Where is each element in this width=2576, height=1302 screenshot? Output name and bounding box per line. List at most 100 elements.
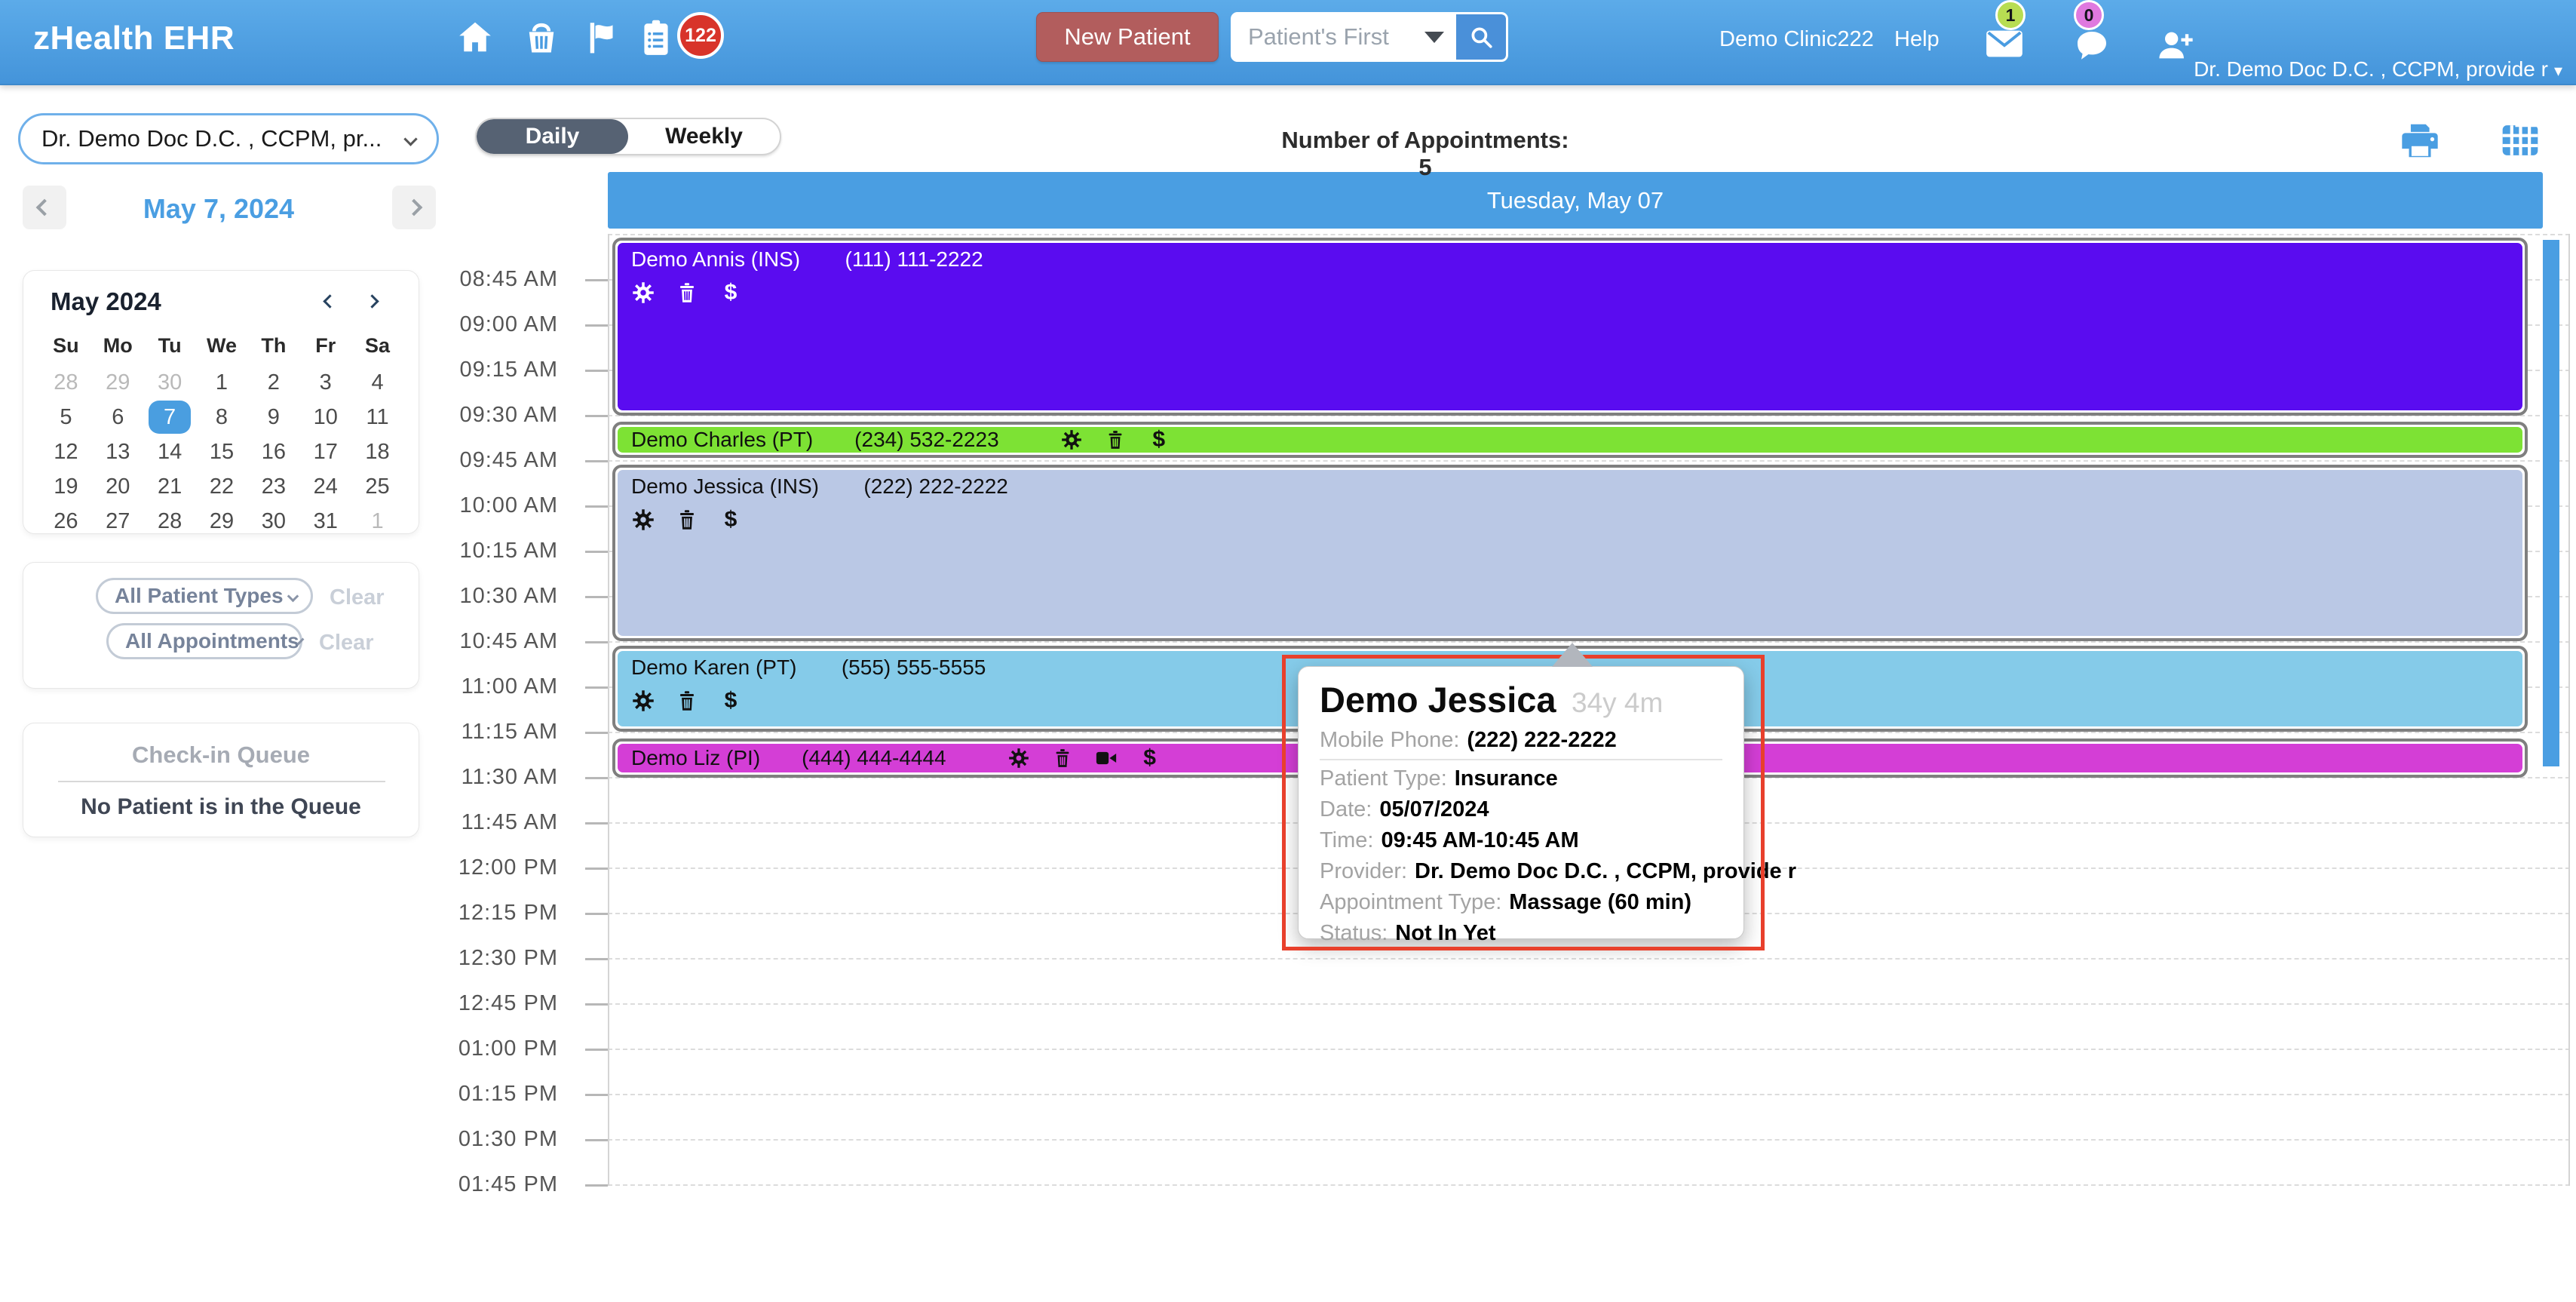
tooltip-row-value: Massage (60 min) — [1509, 890, 1692, 914]
chat-icon[interactable] — [2071, 24, 2113, 66]
calendar-day[interactable]: 28 — [144, 505, 196, 538]
dollar-icon[interactable]: $ — [719, 507, 743, 532]
new-patient-button[interactable]: New Patient — [1036, 12, 1219, 62]
dollar-icon[interactable]: $ — [719, 688, 743, 713]
grid-icon — [2502, 124, 2538, 155]
user-account-menu[interactable]: Dr. Demo Doc D.C. , CCPM, provide r ▾ — [2194, 57, 2562, 81]
clear-patient-types[interactable]: Clear — [330, 585, 385, 610]
search-field-caret[interactable] — [1412, 14, 1456, 60]
calendar-day[interactable]: 11 — [351, 401, 403, 434]
clipboard-icon[interactable] — [635, 17, 677, 59]
tab-daily[interactable]: Daily — [477, 119, 628, 154]
calendar-day[interactable]: 18 — [351, 435, 403, 468]
appointment-demo-charles[interactable]: Demo Charles (PT) (234) 532-2223 $ — [612, 422, 2528, 458]
calendar-day[interactable]: 29 — [196, 505, 248, 538]
search-button[interactable] — [1456, 14, 1506, 60]
grid-view-button[interactable] — [2499, 119, 2543, 163]
calendar-day[interactable]: 8 — [196, 401, 248, 434]
calendar-day[interactable]: 13 — [92, 435, 144, 468]
appointments-filter[interactable]: All Appointments — [106, 623, 305, 659]
print-icon — [2402, 124, 2438, 158]
calendar-day[interactable]: 5 — [40, 401, 92, 434]
caret-down-icon: ▾ — [2553, 61, 2562, 80]
calendar-day[interactable]: 3 — [299, 366, 351, 399]
gear-icon[interactable] — [631, 281, 655, 305]
calendar-day[interactable]: 15 — [196, 435, 248, 468]
calendar-day[interactable]: 23 — [247, 470, 299, 503]
calendar-day[interactable]: 31 — [299, 505, 351, 538]
time-tick — [585, 867, 608, 870]
calendar-day[interactable]: 6 — [92, 401, 144, 434]
calendar-day[interactable]: 4 — [351, 366, 403, 399]
calendar-day-selected[interactable]: 7 — [149, 401, 192, 434]
calendar-day[interactable]: 30 — [144, 366, 196, 399]
calendar-scrollbar[interactable] — [2543, 240, 2559, 766]
calendar-day[interactable]: 27 — [92, 505, 144, 538]
calendar-day[interactable]: 21 — [144, 470, 196, 503]
prev-day-button[interactable] — [23, 186, 66, 229]
dollar-icon[interactable]: $ — [719, 280, 743, 305]
day-name: We — [206, 334, 237, 357]
current-date-label[interactable]: May 7, 2024 — [75, 193, 362, 225]
calendar-day[interactable]: 16 — [247, 435, 299, 468]
calendar-day[interactable]: 1 — [196, 366, 248, 399]
chat-count-badge[interactable]: 0 — [2074, 0, 2104, 30]
clinic-name[interactable]: Demo Clinic222 — [1719, 27, 1874, 52]
search-field-select[interactable]: Patient's First — [1233, 14, 1412, 60]
gear-icon[interactable] — [1007, 746, 1031, 770]
calendar-day[interactable]: 12 — [40, 435, 92, 468]
trash-icon[interactable] — [675, 689, 699, 713]
calendar-day[interactable]: 19 — [40, 470, 92, 503]
mini-calendar-prev[interactable] — [323, 294, 337, 310]
dollar-icon[interactable]: $ — [1138, 745, 1162, 770]
calendar-day[interactable]: 2 — [247, 366, 299, 399]
calendar-day[interactable]: 28 — [40, 366, 92, 399]
trash-icon[interactable] — [1103, 428, 1127, 452]
calendar-day[interactable]: 30 — [247, 505, 299, 538]
basket-icon[interactable] — [520, 17, 563, 59]
calendar-day[interactable]: 20 — [92, 470, 144, 503]
tab-weekly[interactable]: Weekly — [628, 119, 780, 154]
checkin-queue-empty-message: No Patient is in the Queue — [81, 794, 361, 819]
calendar-day[interactable]: 25 — [351, 470, 403, 503]
tooltip-row-value: Not In Yet — [1395, 921, 1496, 945]
appointment-demo-jessica[interactable]: Demo Jessica (INS) (222) 222-2222 $ — [612, 465, 2528, 641]
tasks-count-badge[interactable]: 122 — [677, 12, 724, 59]
calendar-day[interactable]: 22 — [196, 470, 248, 503]
video-camera-icon[interactable] — [1094, 746, 1118, 770]
calendar-day[interactable]: 24 — [299, 470, 351, 503]
flag-icon[interactable] — [582, 17, 624, 59]
next-day-button[interactable] — [392, 186, 436, 229]
tooltip-row-value: 09:45 AM-10:45 AM — [1381, 828, 1579, 852]
patient-types-filter[interactable]: All Patient Types — [96, 578, 313, 614]
gear-icon[interactable] — [1060, 428, 1084, 452]
add-user-icon[interactable] — [2154, 24, 2196, 66]
help-link[interactable]: Help — [1894, 27, 1940, 52]
clear-appointments[interactable]: Clear — [319, 631, 374, 656]
provider-select[interactable]: Dr. Demo Doc D.C. , CCPM, pr... — [18, 113, 439, 164]
gear-icon[interactable] — [631, 689, 655, 713]
appointments-count: Number of Appointments: 5 — [1281, 127, 1569, 180]
day-name: Sa — [365, 334, 391, 357]
time-tick — [585, 1139, 608, 1141]
calendar-day[interactable]: 1 — [351, 505, 403, 538]
messages-count-badge[interactable]: 1 — [1995, 0, 2026, 30]
home-icon[interactable] — [454, 17, 496, 59]
mini-calendar-next[interactable] — [365, 294, 379, 310]
calendar-day[interactable]: 14 — [144, 435, 196, 468]
time-tick — [585, 551, 608, 553]
trash-icon[interactable] — [675, 508, 699, 532]
calendar-day[interactable]: 29 — [92, 366, 144, 399]
gear-icon[interactable] — [631, 508, 655, 532]
print-button[interactable] — [2398, 119, 2442, 163]
calendar-day[interactable]: 9 — [247, 401, 299, 434]
appointment-demo-annis[interactable]: Demo Annis (INS) (111) 111-2222 $ — [612, 238, 2528, 416]
time-label: 11:30 AM — [461, 765, 558, 789]
calendar-day[interactable]: 17 — [299, 435, 351, 468]
trash-icon[interactable] — [1050, 746, 1075, 770]
calendar-day[interactable]: 10 — [299, 401, 351, 434]
trash-icon[interactable] — [675, 281, 699, 305]
calendar-day[interactable]: 26 — [40, 505, 92, 538]
dollar-icon[interactable]: $ — [1147, 427, 1171, 452]
app-logo: zHealth EHR — [33, 20, 235, 57]
